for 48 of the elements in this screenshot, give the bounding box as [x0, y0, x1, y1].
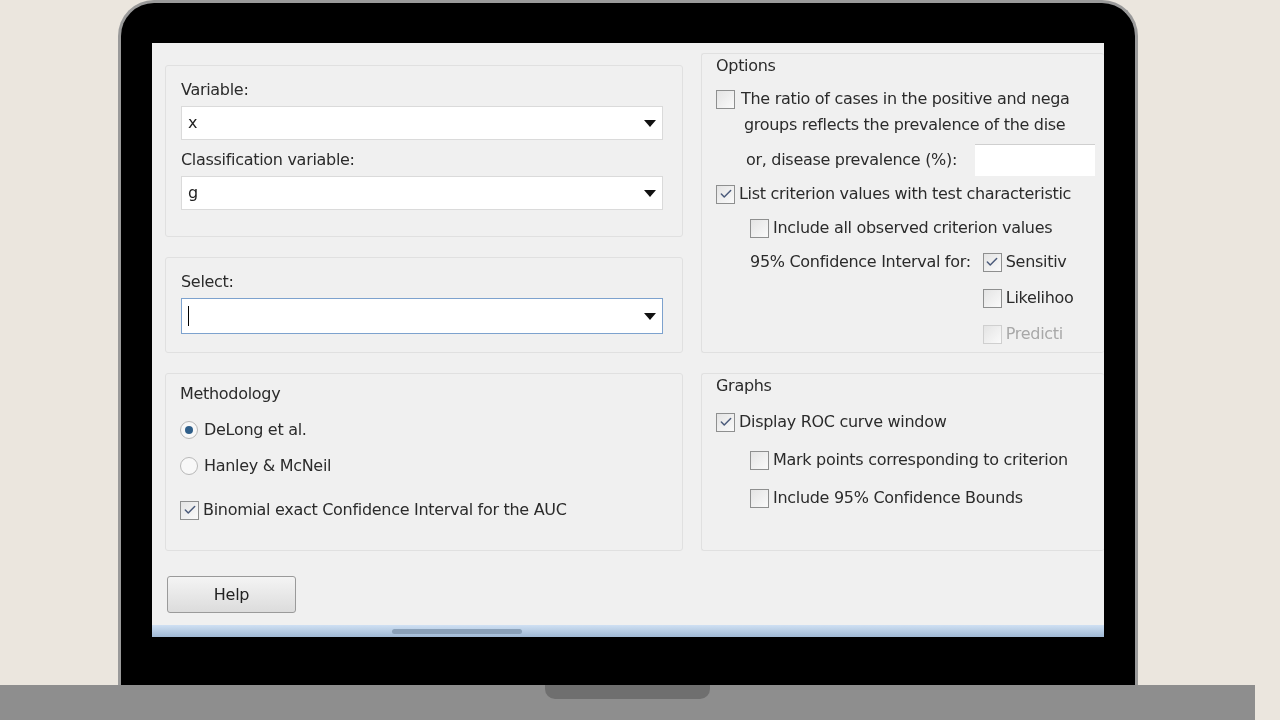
checkbox-label: The ratio of cases in the positive and nega	[741, 88, 1070, 110]
checkbox[interactable]	[750, 488, 769, 508]
dropdown-value: g	[188, 182, 198, 204]
checkbox-label: Sensitiv	[1005, 251, 1067, 273]
dropdown-arrow-icon	[644, 189, 656, 197]
field-label: Classification variable:	[181, 149, 356, 171]
checkbox[interactable]	[982, 288, 1002, 308]
field-label: Select:	[181, 271, 235, 293]
checkbox[interactable]	[716, 412, 735, 432]
dropdown-arrow-icon	[644, 119, 656, 127]
checkbox-label: Include all observed criterion values	[773, 217, 1053, 239]
dropdown[interactable]: x	[181, 106, 663, 140]
checkbox[interactable]	[750, 450, 769, 470]
checkbox-label: Likelihoo	[1005, 287, 1074, 309]
text-cursor	[188, 306, 189, 326]
radio-label: Hanley & McNeil	[204, 455, 332, 477]
checkbox[interactable]	[750, 218, 769, 238]
radio-button[interactable]	[180, 421, 198, 439]
field-label: or, disease prevalence (%):	[746, 149, 958, 171]
group-title: Methodology	[180, 383, 282, 405]
radio-label: DeLong et al.	[204, 419, 307, 441]
group-title: Options	[716, 55, 777, 77]
ci-label: 95% Confidence Interval for:	[750, 251, 971, 273]
checkbox[interactable]	[180, 500, 199, 520]
dropdown-value: x	[188, 112, 198, 134]
check-icon	[718, 415, 733, 429]
checkbox-label: Mark points corresponding to criterion	[773, 449, 1068, 471]
help-button[interactable]: Help	[167, 576, 296, 613]
field-label: Variable:	[181, 79, 250, 101]
dropdown[interactable]: g	[181, 176, 663, 210]
checkbox-label: groups reflects the prevalence of the dise	[743, 114, 1067, 136]
check-icon	[718, 187, 733, 201]
group-title: Graphs	[716, 375, 773, 397]
check-icon	[985, 255, 1000, 269]
dropdown-arrow-icon	[644, 312, 656, 320]
checkbox[interactable]	[982, 252, 1002, 272]
checkbox-label: List criterion values with test characteristic	[739, 183, 1072, 205]
checkbox[interactable]	[716, 90, 735, 109]
checkbox-label: Display ROC curve window	[739, 411, 947, 433]
checkbox[interactable]	[716, 184, 735, 204]
radio-button[interactable]	[180, 457, 198, 475]
scrollbar-thumb[interactable]	[392, 628, 522, 634]
checkbox-label: Predicti	[1005, 323, 1063, 345]
check-icon	[182, 503, 197, 517]
checkbox-label: Include 95% Confidence Bounds	[773, 487, 1023, 509]
dropdown[interactable]	[181, 298, 663, 334]
checkbox-label: Binomial exact Confidence Interval for the AUC	[203, 499, 567, 521]
prevalence-input[interactable]	[975, 144, 1096, 176]
